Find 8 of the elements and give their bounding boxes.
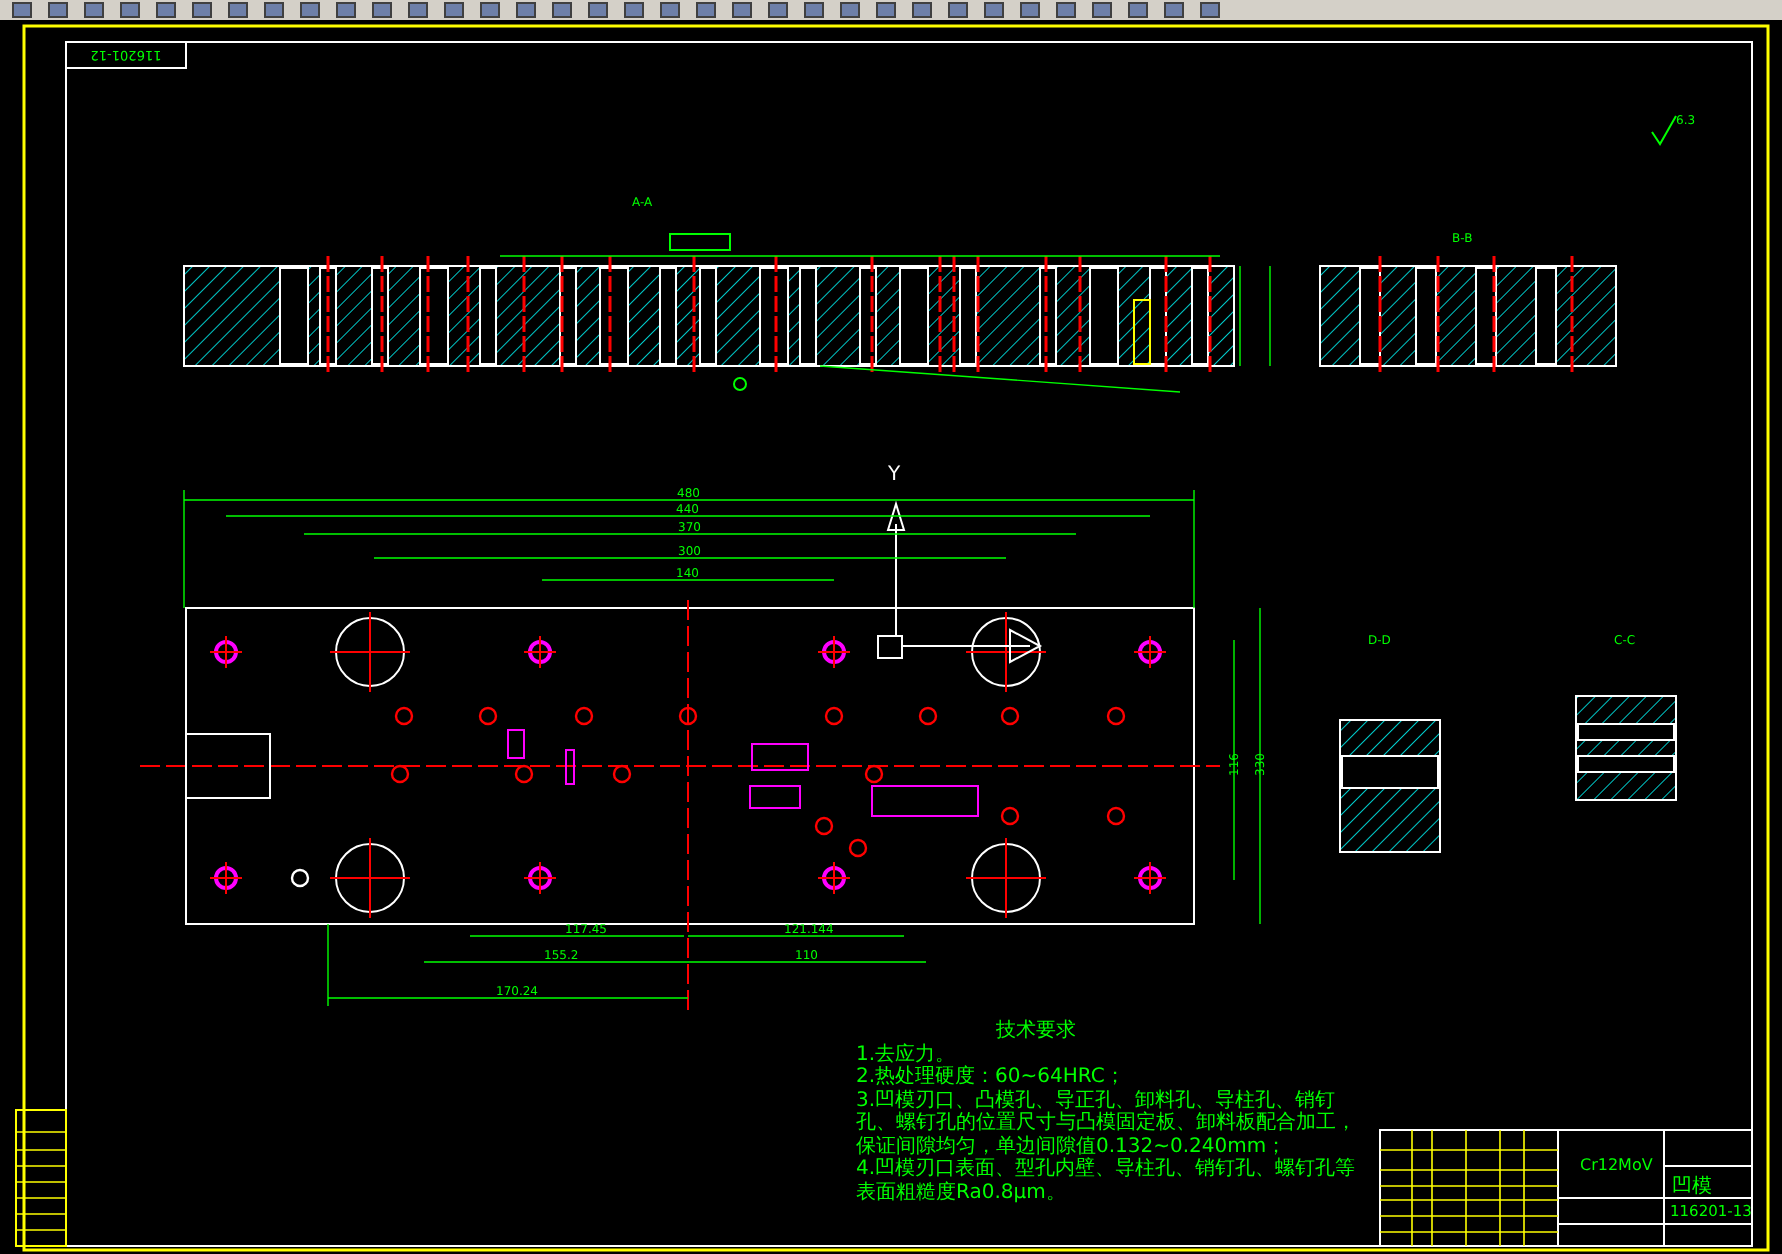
requirement-item: 3.凹模刃口、凸模孔、导正孔、卸料孔、导柱孔、销钉孔、螺钉孔的位置尺寸与凸模固定板、卸料板配合加工，保证间隙均匀，单边间隙值0.132~0.240mm； (856, 1089, 1358, 1157)
requirement-item: 4.凹模刃口表面、型孔内壁、导柱孔、销钉孔、螺钉孔等表面粗糙度Ra0.8μm。 (856, 1158, 1358, 1204)
part-name: 凹模 (1672, 1176, 1712, 1198)
material-name: Cr12MoV (1580, 1156, 1653, 1174)
requirement-item: 1.去应力。 (856, 1043, 958, 1065)
requirements-title: 技术要求 (996, 1020, 1076, 1043)
requirement-item: 2.热处理硬度：60~64HRC； (856, 1066, 1127, 1089)
view-direction-letter: Y (888, 464, 901, 486)
